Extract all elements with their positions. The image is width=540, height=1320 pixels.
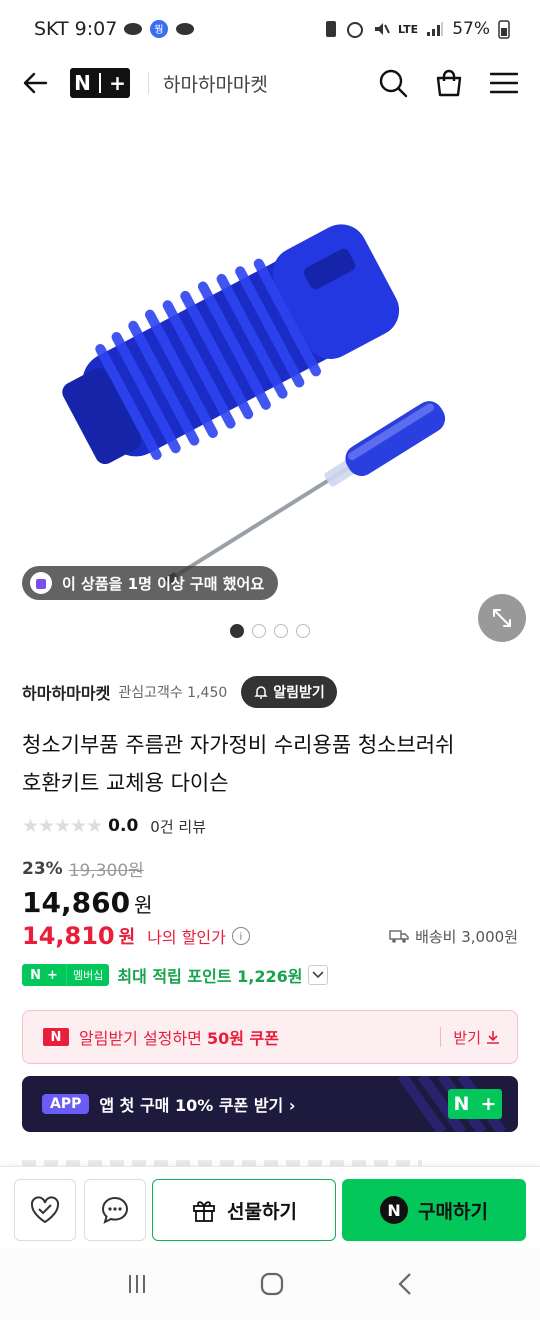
header-store-name[interactable]: 하마하마마켓 <box>163 70 268 97</box>
gift-button[interactable]: 선물하기 <box>152 1179 336 1241</box>
expand-arrows-icon <box>493 609 511 627</box>
home-icon[interactable] <box>259 1271 285 1297</box>
app-tag: APP <box>42 1094 90 1114</box>
app-coupon-banner[interactable]: APP 앱 첫 구매 10% 쿠폰 받기 › N + <box>22 1076 518 1132</box>
expand-image-button[interactable] <box>478 594 526 642</box>
carrier-label: SKT <box>34 18 69 40</box>
sim-icon <box>325 21 336 37</box>
chevron-down-icon[interactable] <box>308 965 329 985</box>
chat-bubble-icon <box>101 1196 129 1224</box>
wishlist-button[interactable] <box>14 1179 76 1241</box>
recent-apps-icon[interactable] <box>125 1272 149 1296</box>
purchase-bar: 선물하기 N 구매하기 <box>0 1166 540 1248</box>
carousel-dot[interactable] <box>296 624 310 638</box>
chat-inquiry-button[interactable] <box>84 1179 146 1241</box>
truck-icon <box>389 930 409 943</box>
naver-plus-logo[interactable]: N + <box>70 68 130 98</box>
discount-row: 23% 19,300원 <box>22 856 144 882</box>
chat-bubble-icon <box>176 23 195 35</box>
rating-score: 0.0 <box>108 816 139 836</box>
svg-text:뭥: 뭥 <box>155 24 164 36</box>
naver-plus-membership-badge: N + 멤버십 <box>22 964 110 986</box>
clock: 9:07 <box>74 18 118 40</box>
buy-button[interactable]: N 구매하기 <box>342 1179 526 1241</box>
heart-check-icon <box>30 1196 60 1224</box>
discount-rate: 23% <box>22 858 63 879</box>
price-row: 14,860 원 <box>22 886 152 919</box>
mute-icon <box>374 23 390 35</box>
app-header: N + 하마하마마켓 <box>0 58 540 108</box>
rating-row[interactable]: ★★★★★ 0.0 0건 리뷰 <box>22 812 206 840</box>
back-arrow-icon[interactable] <box>22 71 48 95</box>
battery-icon <box>498 20 510 39</box>
sale-price-unit: 원 <box>134 893 153 917</box>
rating-stars-icon: ★★★★★ <box>22 815 103 837</box>
app-coupon-text: 앱 첫 구매 10% 쿠폰 받기 › <box>99 1096 296 1115</box>
review-count[interactable]: 0건 리뷰 <box>150 816 206 837</box>
membership-points-row[interactable]: N + 멤버십 최대 적립 포인트 1,226원 <box>22 962 329 988</box>
battery-label: 57% <box>452 19 490 39</box>
naver-plus-logo: N + <box>448 1089 502 1119</box>
carousel-dot[interactable] <box>230 624 244 638</box>
my-discount-label: 나의 할인가 <box>147 928 226 947</box>
app-badge-icon: 뭥 <box>150 20 169 38</box>
store-fans-count: 관심고객수 1,450 <box>118 685 228 701</box>
shipping-fee: 배송비 3,000원 <box>389 926 518 947</box>
shopping-bag-badge-icon <box>30 572 52 594</box>
alarm-icon <box>346 22 363 38</box>
naver-pay-icon: N <box>380 1196 409 1224</box>
back-icon[interactable] <box>395 1271 415 1297</box>
original-price: 19,300원 <box>68 861 144 881</box>
network-label: LTE <box>397 22 419 36</box>
status-bar: SKT 9:07 뭥 LTE 57% <box>0 0 540 58</box>
carousel-indicator <box>0 624 540 638</box>
product-title: 청소기부품 주름관 자가정비 수리용품 청소브러쉬 호환키트 교체용 다이슨 <box>22 733 455 795</box>
system-nav-bar <box>0 1248 540 1320</box>
sale-price: 14,860 <box>22 886 131 919</box>
coupon-divider <box>440 1027 442 1047</box>
naver-coupon-icon: N <box>43 1028 69 1046</box>
menu-icon[interactable] <box>490 71 518 95</box>
bell-plus-icon <box>254 686 269 699</box>
my-price-row: 14,810 원 나의 할인가 i 배송비 3,000원 <box>22 922 518 950</box>
buyer-notice-text: 이 상품을 1명 이상 구매 했어요 <box>62 574 265 593</box>
store-alarm-button[interactable]: 알림받기 <box>241 676 337 708</box>
gift-icon <box>193 1201 215 1222</box>
download-icon <box>487 1031 499 1044</box>
carousel-dot[interactable] <box>252 624 266 638</box>
my-discount-price: 14,810 <box>22 922 115 950</box>
product-image-carousel[interactable]: 이 상품을 1명 이상 구매 했어요 <box>0 108 540 658</box>
header-divider <box>148 72 149 94</box>
carousel-dot[interactable] <box>274 624 288 638</box>
my-discount-price-unit: 원 <box>118 927 136 948</box>
coupon-download-button[interactable]: 받기 <box>453 1027 501 1048</box>
store-name-link[interactable]: 하마하마마켓 <box>22 680 110 704</box>
info-icon[interactable]: i <box>231 927 250 945</box>
alarm-coupon-banner[interactable]: N 알림받기 설정하면 50원 쿠폰 받기 <box>22 1010 518 1064</box>
search-icon[interactable] <box>378 68 408 98</box>
chat-bubble-icon <box>124 23 143 35</box>
max-points-text: 최대 적립 포인트 1,226원 <box>117 967 303 986</box>
coupon-message: 알림받기 설정하면 50원 쿠폰 <box>79 1029 279 1048</box>
buyer-notice-pill: 이 상품을 1명 이상 구매 했어요 <box>22 566 279 600</box>
store-info-row: 하마하마마켓 관심고객수 1,450 알림받기 <box>22 674 522 710</box>
signal-icon <box>427 22 444 36</box>
shopping-bag-icon[interactable] <box>434 68 464 98</box>
